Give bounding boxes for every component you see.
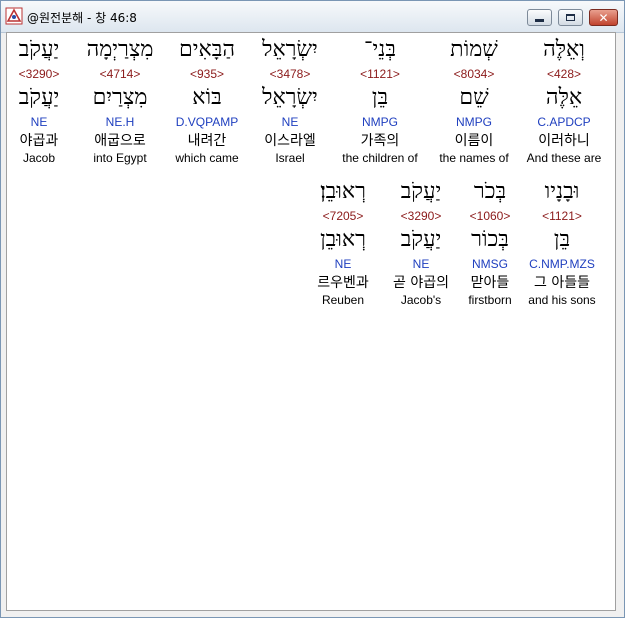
hebrew-lemma: בֵּן: [553, 227, 571, 252]
word-cell[interactable]: הַבָּאִים <935> בּוֹא D.VQPAMP 내려간 which…: [167, 33, 247, 171]
word-cell[interactable]: שְׁמוֹת <8034> שֵׁם NMPG 이름이 the names o…: [431, 33, 517, 171]
minimize-icon: [535, 18, 544, 22]
morph-code: D.VQPAMP: [175, 115, 239, 129]
hebrew-word: וְאֵלֶּה: [543, 37, 585, 62]
hebrew-word: מִצְרַיְמָה: [86, 37, 154, 62]
hebrew-lemma: שֵׁם: [459, 85, 489, 110]
word-cell[interactable]: בְּנֵי־ <1121> בֵּן NMPG 가족의 the childre…: [333, 33, 427, 171]
morph-code: NMPG: [456, 115, 492, 129]
minimize-button[interactable]: [527, 9, 552, 26]
morph-code: NE: [412, 257, 430, 271]
english-gloss: the children of: [342, 151, 418, 165]
hebrew-word: רְאוּבֵן׃: [320, 179, 366, 204]
word-cell[interactable]: יַעֲקֹב <3290> יַעֲקֹב NE 야곱과 Jacob: [9, 33, 69, 171]
korean-gloss: 내려간: [187, 133, 227, 149]
strong-number: <1121>: [360, 67, 400, 81]
strong-number: <3290>: [400, 209, 442, 223]
korean-gloss: 곧 야곱의: [393, 275, 449, 291]
app-icon: [5, 7, 23, 25]
strong-number: <8034>: [453, 67, 495, 81]
korean-gloss: 가족의: [360, 133, 400, 149]
word-cell[interactable]: יִשְׂרָאֵל <3478> יִשְׂרָאֵל NE 이스라엘 Isr…: [253, 33, 327, 171]
word-cell[interactable]: בְּכֹר <1060> בְּכוֹר NMSG 맏아들 firstborn: [459, 175, 521, 313]
strong-number: <3290>: [18, 67, 60, 81]
hebrew-word: וּבָנָיו: [544, 179, 580, 204]
hebrew-lemma: בְּכוֹר: [471, 227, 509, 252]
hebrew-lemma: אֵלֶּה: [545, 85, 583, 110]
english-gloss: Israel: [275, 151, 305, 165]
english-gloss: And these are: [526, 151, 602, 165]
morph-code: NE: [334, 257, 352, 271]
english-gloss: Reuben: [321, 293, 365, 307]
korean-gloss: 이름이: [454, 133, 494, 149]
maximize-button[interactable]: [558, 9, 583, 26]
korean-gloss: 이러하니: [538, 133, 590, 149]
hebrew-lemma: יִשְׂרָאֵל: [262, 85, 318, 110]
english-gloss: which came: [175, 151, 239, 165]
word-cell[interactable]: רְאוּבֵן׃ <7205> רְאוּבֵן NE 르우벤과 Reuben: [305, 175, 381, 313]
morph-code: NMPG: [362, 115, 398, 129]
hebrew-word: יַעֲקֹב: [18, 37, 60, 62]
app-window: @원전분해 - 창 46:8 ✕ וְאֵלֶּה <428> אֵלֶּה C…: [0, 0, 625, 618]
strong-number: <3478>: [269, 67, 311, 81]
korean-gloss: 그 아들들: [534, 275, 590, 291]
korean-gloss: 야곱과: [19, 133, 59, 149]
hebrew-lemma: רְאוּבֵן: [320, 227, 366, 252]
strong-number: <7205>: [322, 209, 364, 223]
strong-number: <1121>: [542, 209, 582, 223]
english-gloss: Jacob's: [400, 293, 442, 307]
strong-number: <1060>: [469, 209, 511, 223]
window-title: @원전분해 - 창 46:8: [27, 11, 137, 25]
word-cell[interactable]: וּבָנָיו <1121> בֵּן C.NMP.MZS 그 아들들 and…: [519, 175, 605, 313]
hebrew-word: בְּנֵי־: [364, 37, 396, 62]
korean-gloss: 애굽으로: [94, 133, 146, 149]
title-bar[interactable]: @원전분해 - 창 46:8 ✕: [1, 1, 624, 33]
maximize-icon: [566, 14, 575, 21]
korean-gloss: 이스라엘: [264, 133, 316, 149]
hebrew-word: יִשְׂרָאֵל: [262, 37, 318, 62]
hebrew-word: יַעֲקֹב: [400, 179, 442, 204]
hebrew-lemma: בֵּן: [371, 85, 389, 110]
hebrew-word: שְׁמוֹת: [450, 37, 498, 62]
english-gloss: into Egypt: [93, 151, 147, 165]
hebrew-word: הַבָּאִים: [179, 37, 235, 62]
morph-code: C.NMP.MZS: [529, 257, 595, 271]
word-cell[interactable]: מִצְרַיְמָה <4714> מִצְרַיִם NE.H 애굽으로 i…: [79, 33, 161, 171]
strong-number: <4714>: [99, 67, 141, 81]
word-cell[interactable]: וְאֵלֶּה <428> אֵלֶּה C.APDCP 이러하니 And t…: [517, 33, 611, 171]
korean-gloss: 맏아들: [470, 275, 510, 291]
morph-code: NE: [281, 115, 299, 129]
korean-gloss: 르우벤과: [317, 275, 369, 291]
strong-number: <935>: [189, 67, 225, 81]
hebrew-lemma: מִצְרַיִם: [92, 85, 148, 110]
english-gloss: and his sons: [528, 293, 596, 307]
english-gloss: Jacob: [22, 151, 56, 165]
hebrew-lemma: בּוֹא: [192, 85, 222, 110]
morph-code: C.APDCP: [537, 115, 591, 129]
hebrew-lemma: יַעֲקֹב: [400, 227, 442, 252]
close-icon: ✕: [598, 10, 609, 25]
word-cell[interactable]: יַעֲקֹב <3290> יַעֲקֹב NE 곧 야곱의 Jacob's: [381, 175, 461, 313]
morph-code: NMSG: [472, 257, 508, 271]
word-analysis-pane: וְאֵלֶּה <428> אֵלֶּה C.APDCP 이러하니 And t…: [6, 32, 616, 611]
english-gloss: firstborn: [468, 293, 512, 307]
morph-code: NE.H: [105, 115, 135, 129]
english-gloss: the names of: [439, 151, 509, 165]
hebrew-word: בְּכֹר: [473, 179, 507, 204]
strong-number: <428>: [546, 67, 582, 81]
close-button[interactable]: ✕: [589, 9, 618, 26]
hebrew-lemma: יַעֲקֹב: [18, 85, 60, 110]
morph-code: NE: [30, 115, 48, 129]
